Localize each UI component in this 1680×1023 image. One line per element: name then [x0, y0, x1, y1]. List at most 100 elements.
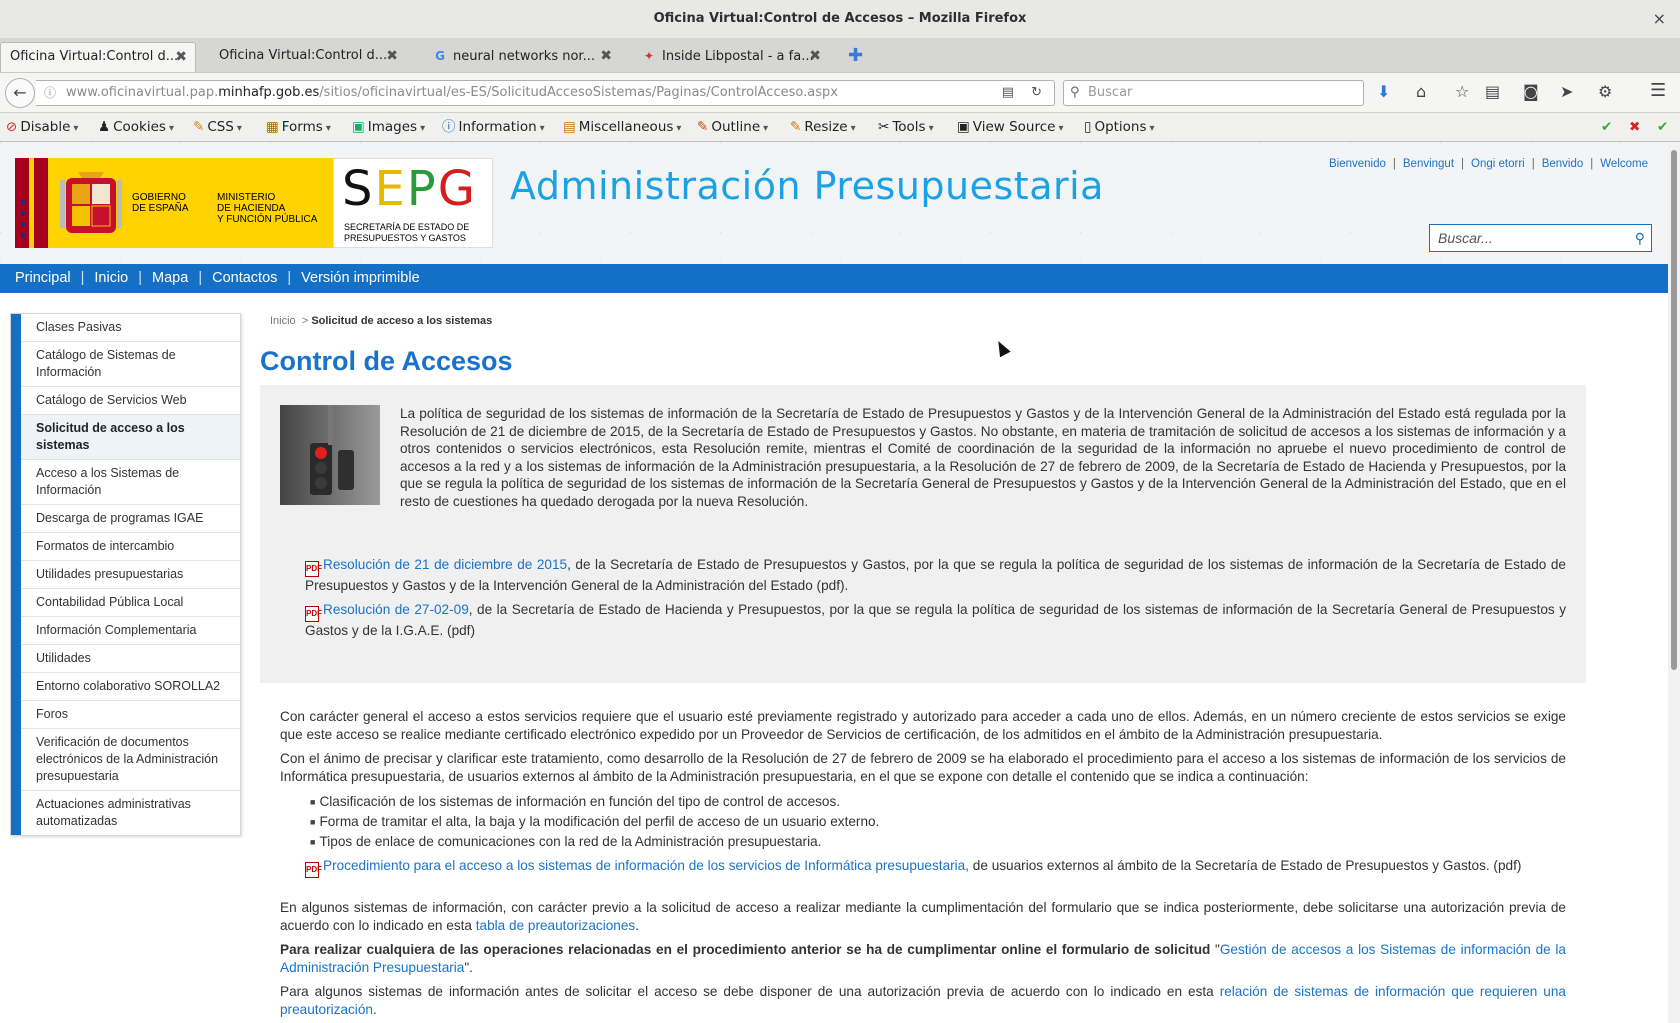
- information-icon: ⓘ: [442, 119, 456, 135]
- sidebar-item[interactable]: Verificación de documentos electrónicos …: [21, 729, 240, 791]
- validation-ok-icon[interactable]: ✔: [1601, 117, 1612, 137]
- close-tab-icon[interactable]: ✖: [600, 42, 612, 70]
- sidebar-item[interactable]: Utilidades: [21, 645, 240, 673]
- body-paragraph: Para algunos sistemas de información ant…: [280, 984, 1566, 1017]
- dev-menu-css[interactable]: ✎ CSS ▾: [193, 117, 242, 139]
- language-link[interactable]: Welcome: [1600, 158, 1648, 170]
- browser-tab[interactable]: Gneural networks nor... ✖: [424, 42, 620, 72]
- dev-menu-outline[interactable]: ✎ Outline ▾: [697, 117, 768, 139]
- dev-menu-options[interactable]: ▯ Options ▾: [1084, 117, 1155, 139]
- tab-label: Inside Libpostal - a fa...: [662, 49, 814, 64]
- traffic-light-image: [280, 405, 380, 505]
- dev-menu-disable[interactable]: ⊘ Disable ▾: [6, 117, 78, 139]
- pocket-icon[interactable]: ◙: [1523, 82, 1539, 101]
- home-icon[interactable]: ⌂: [1416, 82, 1426, 101]
- options-icon: ▯: [1084, 119, 1092, 135]
- site-title: Administración Presupuestaria: [510, 164, 1104, 208]
- web-developer-toolbar: ⊘ Disable ▾ ♟ Cookies ▾ ✎ CSS ▾ ▦ Forms ▾ ▣ Image…: [0, 112, 1680, 142]
- browser-tab[interactable]: Oficina Virtual:Control d... ✖: [0, 42, 196, 72]
- scrollbar-thumb[interactable]: [1671, 150, 1677, 670]
- pdf-icon: PDF: [305, 606, 322, 622]
- menu-icon[interactable]: ☰: [1650, 80, 1666, 101]
- tools-icon: ✂: [878, 119, 890, 135]
- browser-tab[interactable]: Oficina Virtual:Control d... ✖: [210, 42, 406, 72]
- sepg-subtitle: SECRETARÍA DE ESTADO DE PRESUPUESTOS Y GA…: [344, 222, 470, 243]
- sidebar-item[interactable]: Información Complementaria: [21, 617, 240, 645]
- document-link[interactable]: Resolución de 27-02-09: [323, 602, 469, 617]
- site-info-icon[interactable]: ⓘ: [44, 81, 56, 105]
- sidebar-item[interactable]: Descarga de programas IGAE: [21, 505, 240, 533]
- body-paragraph: En algunos sistemas de información, con …: [280, 900, 1566, 933]
- site-search-input[interactable]: Buscar... ⚲: [1429, 224, 1652, 252]
- breadcrumb-home-link[interactable]: Inicio: [270, 315, 296, 327]
- download-icon[interactable]: ⬇: [1377, 82, 1390, 101]
- intro-paragraph: La política de seguridad de los sistemas…: [400, 406, 1566, 509]
- sidebar-item[interactable]: Catálogo de Sistemas de Información: [21, 342, 240, 387]
- url-bar[interactable]: ⓘ www.oficinavirtual.pap.minhafp.gob.es/…: [36, 80, 1055, 106]
- government-logo[interactable]: ★ ★ ★ ★ GOBIERNO DE ESPAÑA MINISTERIO DE HACI…: [15, 158, 333, 248]
- outline-icon: ✎: [697, 119, 709, 135]
- sidebar-item[interactable]: Clases Pasivas: [21, 314, 240, 342]
- dev-menu-view-source[interactable]: ▣ View Source ▾: [957, 117, 1064, 139]
- search-icon[interactable]: ⚲: [1635, 225, 1645, 251]
- view-source-icon: ▣: [957, 119, 970, 135]
- validation-error-icon[interactable]: ✖: [1629, 117, 1640, 137]
- tab-strip: Oficina Virtual:Control d... ✖ Oficina V…: [0, 38, 1680, 72]
- page-scrollbar[interactable]: [1668, 142, 1680, 1023]
- close-tab-icon[interactable]: ✖: [809, 42, 821, 70]
- share-icon[interactable]: ➤: [1560, 82, 1573, 101]
- sidebar-item[interactable]: Foros: [21, 701, 240, 729]
- browser-search-input[interactable]: ⚲ Buscar: [1063, 80, 1364, 106]
- language-link[interactable]: Bienvenido: [1329, 158, 1386, 170]
- sidebar-item[interactable]: Acceso a los Sistemas de Información: [21, 460, 240, 505]
- page-title: Control de Accesos: [260, 346, 513, 376]
- validation-ok-icon[interactable]: ✔: [1657, 117, 1668, 137]
- sidebar-item[interactable]: Formatos de intercambio: [21, 533, 240, 561]
- google-icon: G: [435, 49, 445, 63]
- window-close-button[interactable]: ×: [1653, 0, 1666, 38]
- close-tab-icon[interactable]: ✖: [386, 42, 398, 70]
- document-link[interactable]: Resolución de 21 de diciembre de 2015: [323, 557, 567, 572]
- sidebar-accent-bar: [11, 314, 21, 835]
- preauthorization-table-link[interactable]: tabla de preautorizaciones: [476, 918, 635, 933]
- sidebar-item[interactable]: Actuaciones administrativas automatizada…: [21, 791, 240, 835]
- sidebar-item[interactable]: Entorno colaborativo SOROLLA2: [21, 673, 240, 701]
- close-tab-icon[interactable]: ✖: [175, 43, 187, 71]
- extension-icon[interactable]: ⚙: [1598, 82, 1612, 101]
- dev-menu-resize[interactable]: ✎ Resize ▾: [790, 117, 856, 139]
- document-link[interactable]: Procedimiento para el acceso a los siste…: [323, 858, 969, 873]
- nav-link-mapa[interactable]: Mapa: [152, 270, 188, 286]
- nav-link-printable[interactable]: Versión imprimible: [301, 270, 419, 286]
- dev-menu-forms[interactable]: ▦ Forms ▾: [266, 117, 331, 139]
- url-host: minhafp.gob.es: [218, 85, 320, 100]
- bookmarks-list-icon[interactable]: ▤: [1485, 82, 1500, 101]
- dev-menu-cookies[interactable]: ♟ Cookies ▾: [98, 117, 174, 139]
- dev-menu-images[interactable]: ▣ Images ▾: [352, 117, 425, 139]
- new-tab-icon[interactable]: ✚: [848, 42, 863, 70]
- reader-view-icon[interactable]: ▤: [1002, 81, 1014, 105]
- language-link[interactable]: Benvingut: [1403, 158, 1454, 170]
- browser-tab[interactable]: ✦ Inside Libpostal - a fa... ✖: [633, 42, 829, 72]
- back-button[interactable]: ←: [5, 78, 35, 108]
- dev-menu-tools[interactable]: ✂ Tools ▾: [878, 117, 934, 139]
- disable-icon: ⊘: [6, 119, 18, 135]
- body-paragraph: Con carácter general el acceso a estos s…: [280, 709, 1566, 742]
- nav-link-principal[interactable]: Principal: [15, 270, 71, 286]
- dev-menu-miscellaneous[interactable]: ▤ Miscellaneous ▾: [563, 117, 681, 139]
- sidebar-item-active[interactable]: Solicitud de acceso a los sistemas: [21, 415, 240, 460]
- nav-link-contactos[interactable]: Contactos: [212, 270, 277, 286]
- sidebar-item[interactable]: Contabilidad Pública Local: [21, 589, 240, 617]
- bookmark-star-icon[interactable]: ☆: [1455, 82, 1469, 101]
- images-icon: ▣: [352, 119, 365, 135]
- sidebar-item[interactable]: Utilidades presupuestarias: [21, 561, 240, 589]
- pdf-icon: PDF: [305, 862, 322, 878]
- language-link[interactable]: Ongi etorri: [1471, 158, 1525, 170]
- page-viewport: ★ ★ ★ ★ GOBIERNO DE ESPAÑA MINISTERIO DE HACI…: [0, 142, 1680, 1023]
- dev-menu-information[interactable]: ⓘ Information ▾: [442, 117, 545, 139]
- document-description: , de la Secretaría de Estado de Hacienda…: [305, 602, 1567, 638]
- reload-icon[interactable]: ↻: [1031, 81, 1042, 105]
- sidebar-item[interactable]: Catálogo de Servicios Web: [21, 387, 240, 415]
- language-link[interactable]: Benvido: [1542, 158, 1584, 170]
- nav-link-inicio[interactable]: Inicio: [94, 270, 128, 286]
- sepg-logo[interactable]: SEPG SECRETARÍA DE ESTADO DE PRESUPUESTOS…: [333, 158, 493, 248]
